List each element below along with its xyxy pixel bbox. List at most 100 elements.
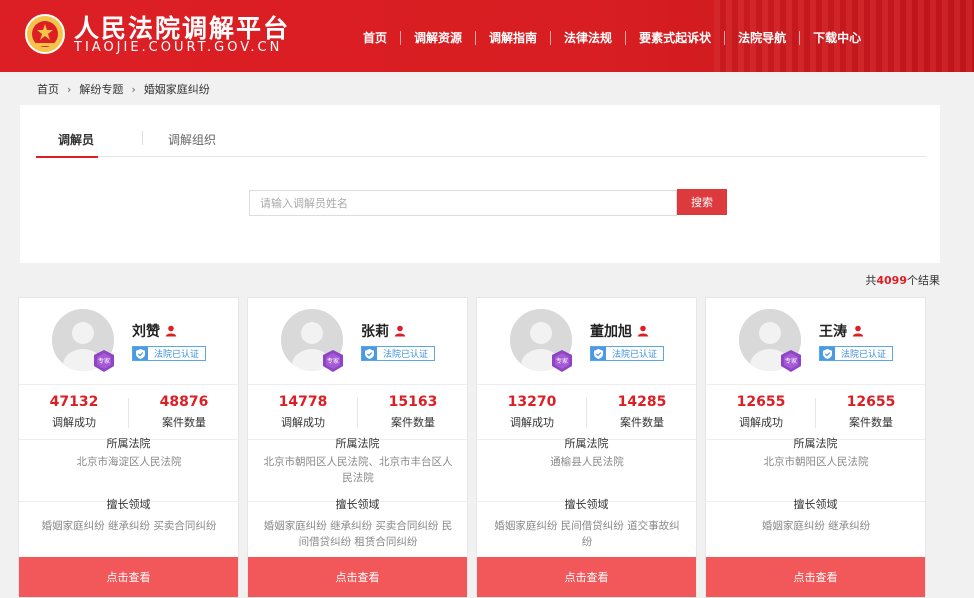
mediator-name-row: 王涛 [819, 321, 864, 341]
success-count: 14778 [278, 394, 328, 410]
expert-badge: 专家 [321, 350, 345, 372]
mediator-card: 专家 张莉 法院已认证 14778 调解成功 15163 案件数量 所属法院 北… [247, 297, 468, 598]
breadcrumb-home[interactable]: 首页 [37, 81, 59, 97]
field-section-title: 擅长领域 [564, 498, 609, 511]
site-domain: TIAOJIE.COURT.GOV.CN [74, 40, 283, 55]
nav-home[interactable]: 首页 [350, 29, 400, 46]
mediator-card: 专家 刘赞 法院已认证 47132 调解成功 48876 案件数量 所属法院 北… [18, 297, 239, 598]
mediator-name-row: 董加旭 [590, 321, 649, 341]
result-count-suffix: 个结果 [907, 274, 940, 287]
mediator-name[interactable]: 王涛 [819, 321, 847, 341]
view-details-button[interactable]: 点击查看 [477, 557, 696, 597]
cases-label: 案件数量 [391, 416, 435, 429]
divider [706, 384, 925, 385]
shield-icon [820, 347, 835, 360]
shield-icon [591, 347, 606, 360]
user-icon [637, 325, 649, 337]
expert-badge-label: 专家 [97, 358, 110, 365]
success-stat: 47132 调解成功 [19, 393, 129, 430]
main-nav: 首页 调解资源 调解指南 法律法规 要素式起诉状 法院导航 下载中心 [350, 29, 874, 46]
expert-badge: 专家 [779, 350, 803, 372]
chevron-right-icon: › [67, 82, 72, 96]
result-count-prefix: 共 [865, 274, 877, 287]
success-stat: 13270 调解成功 [477, 393, 587, 430]
nav-guide[interactable]: 调解指南 [476, 29, 550, 46]
expert-badge-label: 专家 [555, 358, 568, 365]
cases-stat: 12655 案件数量 [816, 393, 926, 430]
court-section-title: 所属法院 [335, 437, 380, 450]
nav-resources[interactable]: 调解资源 [401, 29, 475, 46]
mediator-card: 专家 董加旭 法院已认证 13270 调解成功 14285 案件数量 所属法院 … [476, 297, 697, 598]
mediator-name[interactable]: 刘赞 [132, 321, 160, 341]
success-label: 调解成功 [52, 416, 96, 429]
cases-stat: 48876 案件数量 [129, 393, 239, 430]
success-count: 47132 [49, 394, 99, 410]
tab-mediators[interactable]: 调解员 [35, 131, 99, 158]
shield-icon [362, 347, 377, 360]
mediator-name-row: 刘赞 [132, 321, 177, 341]
search-button[interactable]: 搜索 [677, 189, 727, 215]
cases-stat: 14285 案件数量 [587, 393, 697, 430]
field-section-title: 擅长领域 [793, 498, 838, 511]
cases-count: 14285 [617, 394, 667, 410]
expert-badge-label: 专家 [326, 358, 339, 365]
court-certified-badge: 法院已认证 [819, 346, 894, 361]
field-section-title: 擅长领域 [335, 498, 380, 511]
mediator-search-input[interactable] [249, 190, 677, 216]
shield-icon [133, 347, 148, 360]
success-count: 12655 [736, 394, 786, 410]
search-panel: 调解员 调解组织 搜索 [20, 105, 940, 263]
success-label: 调解成功 [739, 416, 783, 429]
court-name: 北京市朝阳区人民法院、北京市丰台区人民法院 [263, 456, 453, 484]
mediator-name[interactable]: 董加旭 [590, 321, 632, 341]
court-certified-label: 法院已认证 [841, 350, 887, 360]
divider [477, 384, 696, 385]
expert-badge-label: 专家 [784, 358, 797, 365]
court-name: 北京市海淀区人民法院 [76, 456, 182, 468]
user-icon [852, 325, 864, 337]
divider [19, 384, 238, 385]
mediator-card: 专家 王涛 法院已认证 12655 调解成功 12655 案件数量 所属法院 北… [705, 297, 926, 598]
chevron-right-icon: › [131, 82, 136, 96]
mediator-name[interactable]: 张莉 [361, 321, 389, 341]
expert-badge: 专家 [550, 350, 574, 372]
court-section-title: 所属法院 [793, 437, 838, 450]
expertise-fields: 婚姻家庭纠纷 继承纠纷 买卖合同纠纷 民间借贷纠纷 租赁合同纠纷 [263, 520, 453, 548]
court-certified-badge: 法院已认证 [132, 346, 207, 361]
nav-downloads[interactable]: 下载中心 [800, 29, 874, 46]
result-count: 共4099个结果 [865, 272, 940, 288]
breadcrumb: 首页 › 解纷专题 › 婚姻家庭纠纷 [37, 81, 210, 97]
court-section-title: 所属法院 [564, 437, 609, 450]
field-section-title: 擅长领域 [106, 498, 151, 511]
tab-divider [142, 131, 143, 145]
breadcrumb-current: 婚姻家庭纠纷 [143, 83, 210, 96]
court-certified-label: 法院已认证 [612, 350, 658, 360]
expertise-fields: 婚姻家庭纠纷 继承纠纷 买卖合同纠纷 [41, 520, 217, 532]
success-label: 调解成功 [281, 416, 325, 429]
view-details-button[interactable]: 点击查看 [706, 557, 925, 597]
view-details-button[interactable]: 点击查看 [19, 557, 238, 597]
cases-count: 48876 [159, 394, 209, 410]
success-count: 13270 [507, 394, 557, 410]
mediator-name-row: 张莉 [361, 321, 406, 341]
expertise-fields: 婚姻家庭纠纷 继承纠纷 [761, 520, 871, 532]
court-section-title: 所属法院 [106, 437, 151, 450]
court-emblem-icon[interactable] [24, 12, 66, 56]
nav-laws[interactable]: 法律法规 [551, 29, 625, 46]
cases-stat: 15163 案件数量 [358, 393, 468, 430]
court-certified-label: 法院已认证 [383, 350, 429, 360]
success-stat: 12655 调解成功 [706, 393, 816, 430]
nav-court-guide[interactable]: 法院导航 [725, 29, 799, 46]
breadcrumb-topic[interactable]: 解纷专题 [79, 81, 123, 97]
view-details-button[interactable]: 点击查看 [248, 557, 467, 597]
nav-complaint-form[interactable]: 要素式起诉状 [626, 29, 724, 46]
cases-label: 案件数量 [849, 416, 893, 429]
court-certified-badge: 法院已认证 [361, 346, 436, 361]
court-certified-badge: 法院已认证 [590, 346, 665, 361]
tab-organizations[interactable]: 调解组织 [168, 131, 216, 148]
user-icon [165, 325, 177, 337]
divider [248, 384, 467, 385]
court-name: 通榆县人民法院 [550, 456, 624, 468]
expertise-fields: 婚姻家庭纠纷 民间借贷纠纷 道交事故纠纷 [494, 520, 680, 548]
court-name: 北京市朝阳区人民法院 [763, 456, 869, 468]
